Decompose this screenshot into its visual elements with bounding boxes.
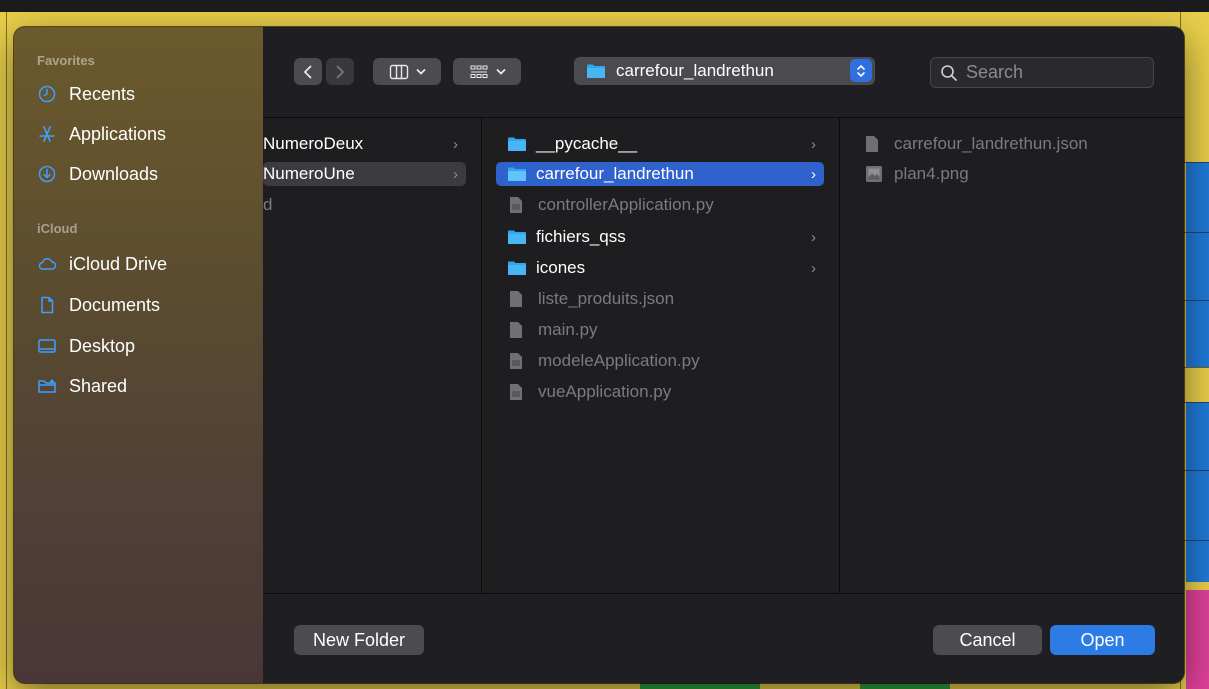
applications-icon bbox=[37, 124, 57, 144]
back-button[interactable] bbox=[294, 58, 322, 85]
forward-button[interactable] bbox=[326, 58, 354, 85]
chevron-right-icon: › bbox=[453, 165, 458, 183]
list-item-file[interactable]: d bbox=[263, 193, 466, 217]
bottom-bar: New Folder Cancel Open bbox=[263, 593, 1184, 683]
background-line bbox=[1180, 470, 1209, 471]
clock-icon bbox=[37, 84, 57, 104]
background-line bbox=[1180, 402, 1209, 403]
view-mode-button[interactable] bbox=[373, 58, 441, 85]
columns-view-icon bbox=[389, 64, 408, 79]
list-item-folder-selected[interactable]: NumeroUne › bbox=[263, 162, 466, 186]
python-file-icon bbox=[509, 197, 529, 213]
sidebar-item-icloud-drive[interactable]: iCloud Drive bbox=[37, 252, 167, 276]
sidebar-item-documents[interactable]: Documents bbox=[37, 293, 160, 317]
list-item-folder[interactable]: NumeroDeux › bbox=[263, 132, 466, 156]
python-file-icon bbox=[509, 384, 529, 400]
list-item-file[interactable]: controllerApplication.py bbox=[496, 193, 824, 217]
chevron-right-icon: › bbox=[811, 259, 816, 277]
up-down-chevron-icon bbox=[857, 64, 865, 77]
cancel-button[interactable]: Cancel bbox=[933, 625, 1042, 655]
sidebar-item-label: iCloud Drive bbox=[69, 253, 168, 274]
background-shelf bbox=[1186, 162, 1209, 367]
sidebar-section-favorites: Favorites bbox=[37, 53, 95, 68]
search-icon bbox=[941, 64, 957, 81]
document-icon bbox=[37, 295, 57, 315]
search-placeholder: Search bbox=[966, 62, 1024, 82]
background-line bbox=[1180, 540, 1209, 541]
list-item-folder[interactable]: icones › bbox=[496, 256, 824, 280]
sidebar-item-label: Applications bbox=[69, 123, 167, 144]
background-top-strip bbox=[0, 0, 1209, 12]
list-item-folder[interactable]: fichiers_qss › bbox=[496, 225, 824, 249]
background-shelf bbox=[860, 683, 950, 689]
folder-icon bbox=[507, 260, 527, 276]
shared-folder-icon bbox=[37, 376, 57, 396]
new-folder-button[interactable]: New Folder bbox=[294, 625, 424, 655]
chevron-right-icon bbox=[336, 65, 345, 78]
download-icon bbox=[37, 164, 57, 184]
folder-icon bbox=[507, 229, 527, 245]
folder-icon bbox=[507, 166, 527, 182]
chevron-left-icon bbox=[303, 65, 312, 78]
toolbar: carrefour_landrethun Search bbox=[263, 27, 1184, 118]
background-shelf bbox=[1186, 402, 1209, 582]
list-item-file[interactable]: liste_produits.json bbox=[496, 287, 824, 311]
chevron-down-icon bbox=[416, 68, 425, 75]
background-line bbox=[1180, 300, 1209, 301]
location-popup[interactable]: carrefour_landrethun bbox=[574, 57, 875, 85]
open-button[interactable]: Open bbox=[1050, 625, 1155, 655]
chevron-right-icon: › bbox=[453, 135, 458, 153]
chevron-right-icon: › bbox=[811, 165, 816, 183]
chevron-right-icon: › bbox=[811, 135, 816, 153]
background-line bbox=[6, 12, 7, 689]
list-item-file[interactable]: main.py bbox=[496, 318, 824, 342]
column-divider bbox=[481, 118, 482, 593]
document-file-icon bbox=[865, 136, 885, 152]
list-item-folder[interactable]: __pycache__ › bbox=[496, 132, 824, 156]
background-line bbox=[1180, 162, 1209, 163]
sidebar: Favorites Recents Applications Downloads… bbox=[14, 27, 264, 683]
sidebar-item-label: Desktop bbox=[69, 335, 136, 356]
search-field[interactable]: Search bbox=[930, 57, 1154, 88]
chevron-down-icon bbox=[496, 68, 505, 75]
list-item-file[interactable]: carrefour_landrethun.json bbox=[854, 132, 1172, 156]
sidebar-item-label: Recents bbox=[69, 83, 136, 104]
sidebar-item-label: Shared bbox=[69, 375, 128, 396]
sidebar-item-recents[interactable]: Recents bbox=[37, 82, 135, 106]
browser-pane: carrefour_landrethun Search NumeroDeux ›… bbox=[263, 27, 1184, 683]
folder-icon bbox=[586, 63, 606, 79]
document-file-icon bbox=[509, 291, 529, 307]
image-file-icon bbox=[865, 166, 885, 182]
sidebar-item-label: Documents bbox=[69, 294, 161, 315]
background-shelf bbox=[640, 683, 760, 689]
list-item-folder-selected[interactable]: carrefour_landrethun › bbox=[496, 162, 824, 186]
sidebar-item-applications[interactable]: Applications bbox=[37, 122, 166, 146]
background-line bbox=[1180, 367, 1209, 368]
background-shelf bbox=[1186, 590, 1209, 689]
sidebar-item-downloads[interactable]: Downloads bbox=[37, 162, 158, 186]
sidebar-section-icloud: iCloud bbox=[37, 221, 78, 236]
chevron-right-icon: › bbox=[811, 228, 816, 246]
list-item-file[interactable]: modeleApplication.py bbox=[496, 349, 824, 373]
sidebar-item-label: Downloads bbox=[69, 163, 159, 184]
list-item-file[interactable]: plan4.png bbox=[854, 162, 1172, 186]
location-label: carrefour_landrethun bbox=[616, 61, 774, 80]
desktop-icon bbox=[37, 336, 57, 356]
list-item-file[interactable]: vueApplication.py bbox=[496, 380, 824, 404]
location-stepper[interactable] bbox=[850, 59, 872, 82]
folder-icon bbox=[507, 136, 527, 152]
cloud-icon bbox=[37, 254, 57, 274]
group-by-button[interactable] bbox=[453, 58, 521, 85]
python-file-icon bbox=[509, 353, 529, 369]
open-file-dialog: Favorites Recents Applications Downloads… bbox=[14, 27, 1184, 683]
column-browser: NumeroDeux › NumeroUne › d __pycache__ ›… bbox=[263, 118, 1184, 593]
document-file-icon bbox=[509, 322, 529, 338]
grid-icon bbox=[470, 65, 487, 78]
sidebar-item-shared[interactable]: Shared bbox=[37, 374, 127, 398]
background-line bbox=[1180, 232, 1209, 233]
sidebar-item-desktop[interactable]: Desktop bbox=[37, 334, 135, 358]
column-divider bbox=[839, 118, 840, 593]
